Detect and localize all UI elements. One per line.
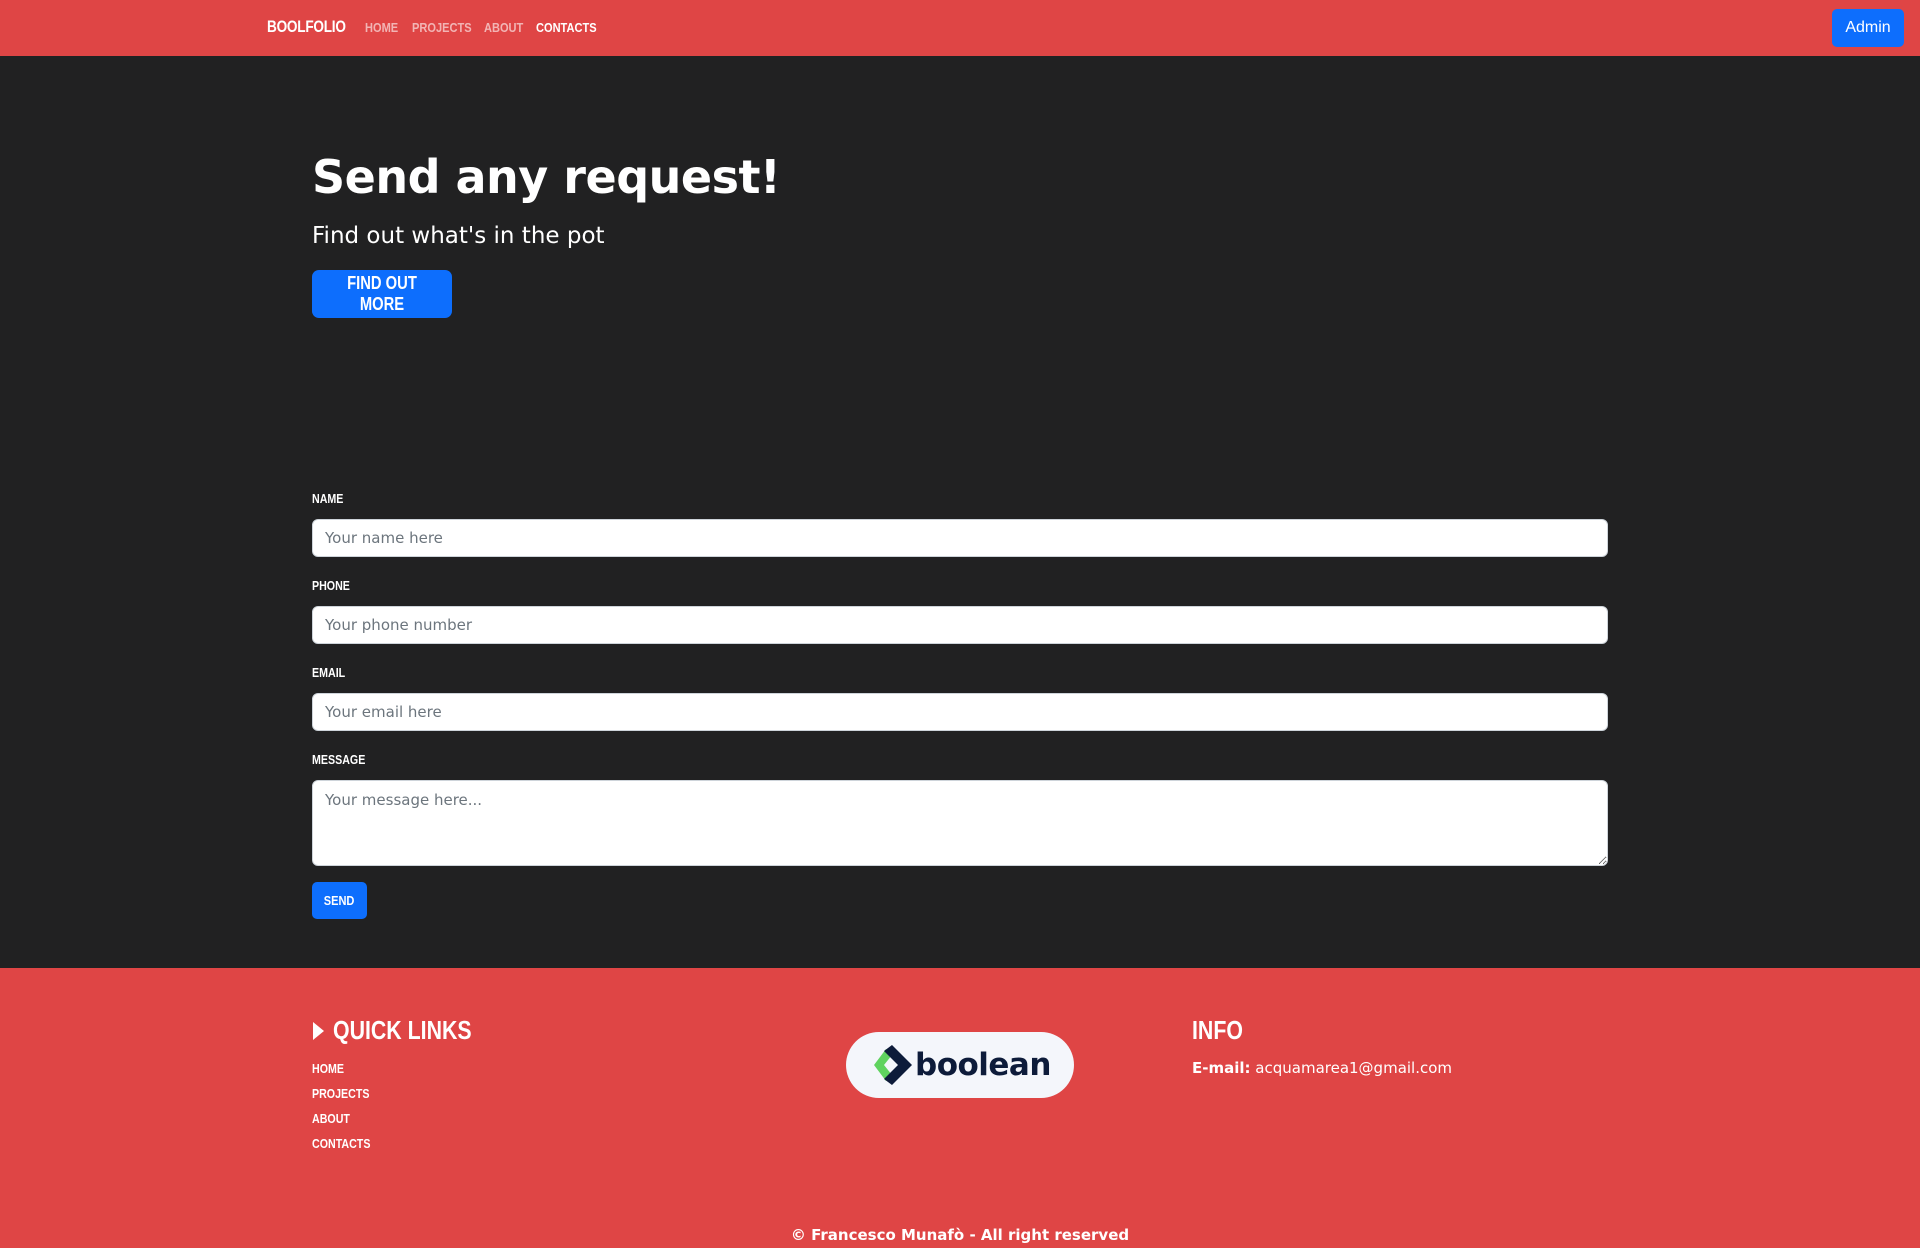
quick-links-list: HOME PROJECTS ABOUT CONTACTS bbox=[312, 1060, 383, 1160]
hero-subtitle: Find out what's in the pot bbox=[312, 223, 605, 249]
send-button[interactable]: SEND bbox=[312, 882, 367, 919]
nav-link-contacts[interactable]: CONTACTS bbox=[536, 20, 597, 35]
email-value[interactable]: acquamarea1@gmail.com bbox=[1255, 1059, 1452, 1077]
boolean-logo-icon bbox=[874, 1045, 912, 1085]
boolean-logo: boolean bbox=[846, 1032, 1074, 1098]
copyright: © Francesco Munafò - All right reserved bbox=[790, 1226, 1130, 1244]
footer bbox=[0, 968, 1920, 1248]
message-label: MESSAGE bbox=[312, 752, 366, 767]
send-label: SEND bbox=[324, 893, 355, 908]
nav-link-home[interactable]: HOME bbox=[365, 20, 398, 35]
phone-input[interactable] bbox=[312, 606, 1608, 644]
name-input[interactable] bbox=[312, 519, 1608, 557]
quick-link-projects[interactable]: PROJECTS bbox=[312, 1085, 370, 1110]
nav-link-about[interactable]: ABOUT bbox=[484, 20, 523, 35]
email-label: EMAIL bbox=[312, 665, 346, 680]
boolean-logo-text: boolean bbox=[915, 1047, 1051, 1083]
email-label-text: E-mail: bbox=[1192, 1059, 1251, 1077]
info-heading: INFO bbox=[1192, 1015, 1243, 1045]
admin-button[interactable]: Admin bbox=[1832, 9, 1904, 47]
message-textarea[interactable] bbox=[312, 780, 1608, 866]
nav-link-projects[interactable]: PROJECTS bbox=[412, 20, 472, 35]
quick-links-heading: QUICK LINKS bbox=[333, 1015, 472, 1045]
info-email: E-mail: acquamarea1@gmail.com bbox=[1192, 1059, 1452, 1077]
caret-right-icon bbox=[313, 1022, 324, 1040]
find-out-more-label: FIND OUT MORE bbox=[347, 273, 417, 314]
name-label: NAME bbox=[312, 491, 344, 506]
phone-label: PHONE bbox=[312, 578, 350, 593]
find-out-more-button[interactable]: FIND OUT MORE bbox=[312, 270, 452, 318]
quick-link-contacts[interactable]: CONTACTS bbox=[312, 1135, 370, 1160]
brand-logo[interactable]: BOOLFOLIO bbox=[267, 17, 346, 37]
navbar: BOOLFOLIO HOME PROJECTS ABOUT CONTACTS A… bbox=[0, 0, 1920, 56]
email-input[interactable] bbox=[312, 693, 1608, 731]
quick-link-home[interactable]: HOME bbox=[312, 1060, 370, 1085]
hero-title: Send any request! bbox=[312, 150, 781, 204]
quick-link-about[interactable]: ABOUT bbox=[312, 1110, 370, 1135]
